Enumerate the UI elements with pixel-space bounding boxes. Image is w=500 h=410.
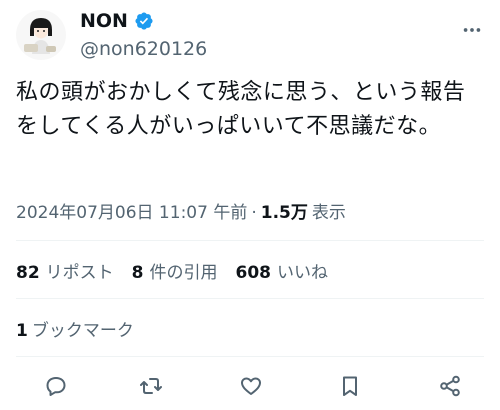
likes-count: 608: [235, 263, 272, 283]
bookmarks-count: 1: [16, 321, 28, 341]
share-icon: [440, 375, 460, 397]
divider: [16, 356, 484, 357]
like-button[interactable]: [237, 372, 265, 400]
meta-separator: ·: [251, 203, 257, 223]
retweet-icon: [140, 378, 162, 394]
divider: [16, 298, 484, 299]
reply-icon: [46, 377, 66, 396]
author-name-row[interactable]: NON: [80, 10, 154, 32]
repost-button[interactable]: [137, 372, 165, 400]
reposts-count: 82: [16, 263, 40, 283]
tweet-timestamp[interactable]: 2024年07月06日 11:07 午前: [16, 198, 247, 223]
heart-icon: [241, 377, 261, 395]
tweet-text: 私の頭がおかしくて残念に思う、という報告をしてくる人がいっぱいいて不思議だな。: [16, 80, 466, 139]
bookmark-icon: [343, 376, 357, 396]
action-bar: [0, 368, 500, 404]
quotes-stat[interactable]: 8 件の引用: [132, 258, 218, 283]
reposts-label: リポスト: [45, 263, 114, 283]
engagement-stats: 82 リポスト 8 件の引用 608 いいね: [16, 258, 328, 283]
avatar[interactable]: [16, 10, 66, 60]
divider: [16, 240, 484, 241]
tweet: NON @non620126 私の頭がおかしくて残念に思う、という報告をしてくる…: [0, 0, 500, 410]
author-handle[interactable]: @non620126: [80, 38, 207, 60]
quotes-label: 件の引用: [149, 263, 218, 283]
quotes-count: 8: [131, 263, 144, 283]
reply-button[interactable]: [42, 372, 70, 400]
avatar-illustration: [16, 10, 66, 60]
share-button[interactable]: [436, 372, 464, 400]
verified-badge-icon: [135, 12, 153, 30]
tweet-meta: 2024年07月06日 11:07 午前 · 1.5万 表示: [16, 198, 346, 223]
reposts-stat[interactable]: 82 リポスト: [16, 258, 114, 283]
bookmark-button[interactable]: [336, 372, 364, 400]
author-name[interactable]: NON: [80, 10, 128, 32]
bookmarks-label: ブックマーク: [31, 321, 134, 341]
views-label: 表示: [311, 203, 346, 223]
likes-stat[interactable]: 608 いいね: [236, 258, 329, 283]
more-options-button[interactable]: [458, 20, 486, 40]
views-count: 1.5万: [260, 203, 308, 223]
more-dots-icon: [463, 28, 481, 32]
bookmarks-stat[interactable]: 1 ブックマーク: [16, 316, 134, 341]
likes-label: いいね: [277, 263, 329, 283]
